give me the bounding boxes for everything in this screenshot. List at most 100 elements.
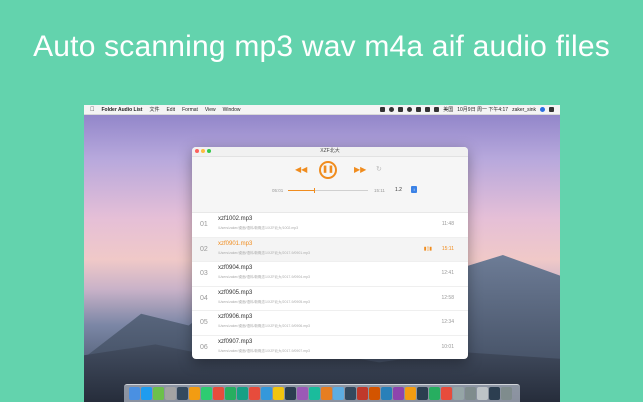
dock-app-icon[interactable]: [237, 387, 248, 400]
track-row[interactable]: 04 xzf0905.mp3/Users/zaker/桌面/语料/新概念1/XZF…: [192, 287, 468, 312]
track-filename: xzf0904.mp3: [218, 265, 253, 272]
window-title: XZF北大: [320, 148, 340, 154]
dock-app-icon[interactable]: [477, 387, 488, 400]
dock-app-icon[interactable]: [333, 387, 344, 400]
dock-app-icon[interactable]: [489, 387, 500, 400]
progress-slider[interactable]: [288, 188, 368, 193]
track-row[interactable]: 03 xzf0904.mp3/Users/zaker/桌面/语料/新概念1/XZF…: [192, 262, 468, 287]
dock-app-icon[interactable]: [165, 387, 176, 400]
track-filename: xzf1002.mp3: [218, 216, 253, 222]
zoom-window-button[interactable]: [207, 149, 211, 153]
menu-view[interactable]: View: [205, 107, 216, 113]
minimize-window-button[interactable]: [201, 149, 205, 153]
dock-app-icon[interactable]: [393, 387, 404, 400]
track-duration: 12:58: [441, 294, 454, 301]
dock-app-icon[interactable]: [345, 387, 356, 400]
player-controls: ◀◀ ❚❚ ▶▶ ↻ 05:01 15:11 1.2 ↕: [192, 157, 468, 213]
track-number: 02: [200, 245, 208, 253]
track-duration: 11:48: [441, 221, 454, 227]
dock-app-icon[interactable]: [177, 387, 188, 400]
dock-app-icon[interactable]: [321, 387, 332, 400]
track-row[interactable]: 02 xzf0901.mp3/Users/zaker/桌面/语料/新概念1/XZF…: [192, 237, 468, 263]
promo-headline: Auto scanning mp3 wav m4a aif audio file…: [33, 30, 610, 63]
dock: [124, 384, 520, 402]
dock-app-icon[interactable]: [261, 387, 272, 400]
dock-app-icon[interactable]: [249, 387, 260, 400]
window-titlebar: XZF北大: [192, 147, 468, 157]
menu-edit[interactable]: Edit: [166, 107, 175, 113]
desktop-screenshot:  Folder Audio List 文件 Edit Format View …: [84, 105, 560, 402]
dock-app-icon[interactable]: [405, 387, 416, 400]
tray-icon[interactable]: [398, 107, 404, 112]
progress-knob[interactable]: [314, 188, 316, 193]
menu-app-name[interactable]: Folder Audio List: [102, 107, 143, 113]
dock-app-icon[interactable]: [309, 387, 320, 400]
wifi-icon[interactable]: [425, 107, 431, 112]
input-method[interactable]: 美国: [443, 106, 453, 113]
dock-app-icon[interactable]: [429, 387, 440, 400]
dock-app-icon[interactable]: [225, 387, 236, 400]
repeat-icon[interactable]: ↻: [376, 165, 382, 175]
track-number: 04: [200, 294, 208, 302]
elapsed-time: 05:01: [272, 188, 284, 193]
rewind-icon[interactable]: ◀◀: [295, 165, 307, 175]
progress-fill: [288, 190, 315, 191]
total-time: 15:11: [374, 188, 385, 193]
dock-app-icon[interactable]: [213, 387, 224, 400]
track-duration: 10:01: [441, 343, 454, 350]
apple-menu-icon[interactable]: : [90, 107, 95, 113]
track-row[interactable]: 06 xzf0907.mp3/Users/zaker/桌面/语料/新概念1/XZF…: [192, 336, 468, 359]
dock-app-icon[interactable]: [465, 387, 476, 400]
menu-window[interactable]: Window: [223, 107, 241, 113]
track-path: /Users/zaker/桌面/语料/新概念1/XZF北大/2017-9/090…: [218, 299, 310, 304]
menu-bar:  Folder Audio List 文件 Edit Format View …: [84, 105, 560, 115]
volume-icon[interactable]: [434, 107, 440, 112]
dock-app-icon[interactable]: [441, 387, 452, 400]
now-playing-icon: ▮▯▮: [423, 245, 432, 252]
dock-app-icon[interactable]: [417, 387, 428, 400]
rate-stepper-icon[interactable]: ↕: [411, 186, 417, 193]
track-filename: xzf0905.mp3: [218, 289, 253, 296]
dock-app-icon[interactable]: [381, 387, 392, 400]
tray-icon[interactable]: [407, 107, 413, 112]
track-duration: 12:41: [441, 270, 454, 277]
dock-app-icon[interactable]: [369, 387, 380, 400]
track-filename: xzf0907.mp3: [218, 338, 253, 345]
dock-app-icon[interactable]: [273, 387, 284, 400]
menubar-clock[interactable]: 10月9日 周一 下午4:17: [457, 106, 508, 113]
dock-app-icon[interactable]: [357, 387, 368, 400]
track-duration: 15:11: [441, 245, 454, 252]
track-filename: xzf0901.mp3: [218, 240, 253, 247]
playback-rate: 1.2: [395, 187, 402, 193]
track-duration: 12:34: [441, 319, 454, 326]
close-window-button[interactable]: [195, 149, 199, 153]
fast-forward-icon[interactable]: ▶▶: [354, 165, 366, 175]
menu-format[interactable]: Format: [182, 107, 198, 113]
dock-app-icon[interactable]: [141, 387, 152, 400]
track-number: 01: [200, 221, 208, 228]
tray-icon[interactable]: [389, 107, 395, 112]
menubar-user[interactable]: zaker_sink: [512, 107, 536, 113]
dock-app-icon[interactable]: [153, 387, 164, 400]
dock-app-icon[interactable]: [129, 387, 140, 400]
track-path: /Users/zaker/桌面/语料/新概念1/XZF北大/2017-9/090…: [218, 348, 310, 353]
track-path: /Users/zaker/桌面/语料/新概念1/XZF北大/2017-9/090…: [218, 275, 310, 280]
track-path: /Users/zaker/桌面/语料/新概念1/XZF北大/2017-9/090…: [218, 250, 310, 255]
menu-file[interactable]: 文件: [149, 106, 159, 113]
notification-center-icon[interactable]: [549, 107, 554, 112]
track-path: /Users/zaker/桌面/语料/新概念1/XZF北大/2017-9/090…: [218, 324, 310, 329]
dock-app-icon[interactable]: [501, 387, 512, 400]
track-number: 05: [200, 319, 208, 327]
track-row[interactable]: 05 xzf0906.mp3/Users/zaker/桌面/语料/新概念1/XZF…: [192, 311, 468, 336]
dock-app-icon[interactable]: [189, 387, 200, 400]
tray-icon[interactable]: [416, 107, 422, 112]
dock-app-icon[interactable]: [285, 387, 296, 400]
status-tray: 美国 10月9日 周一 下午4:17 zaker_sink: [380, 106, 554, 113]
dock-app-icon[interactable]: [297, 387, 308, 400]
pause-button[interactable]: ❚❚: [319, 161, 337, 179]
tray-icon[interactable]: [380, 107, 386, 112]
dock-app-icon[interactable]: [201, 387, 212, 400]
track-row[interactable]: 01 xzf1002.mp3/Users/zaker/桌面/语料/新概念1/XZF…: [192, 213, 468, 238]
siri-icon[interactable]: [540, 107, 545, 112]
dock-app-icon[interactable]: [453, 387, 464, 400]
